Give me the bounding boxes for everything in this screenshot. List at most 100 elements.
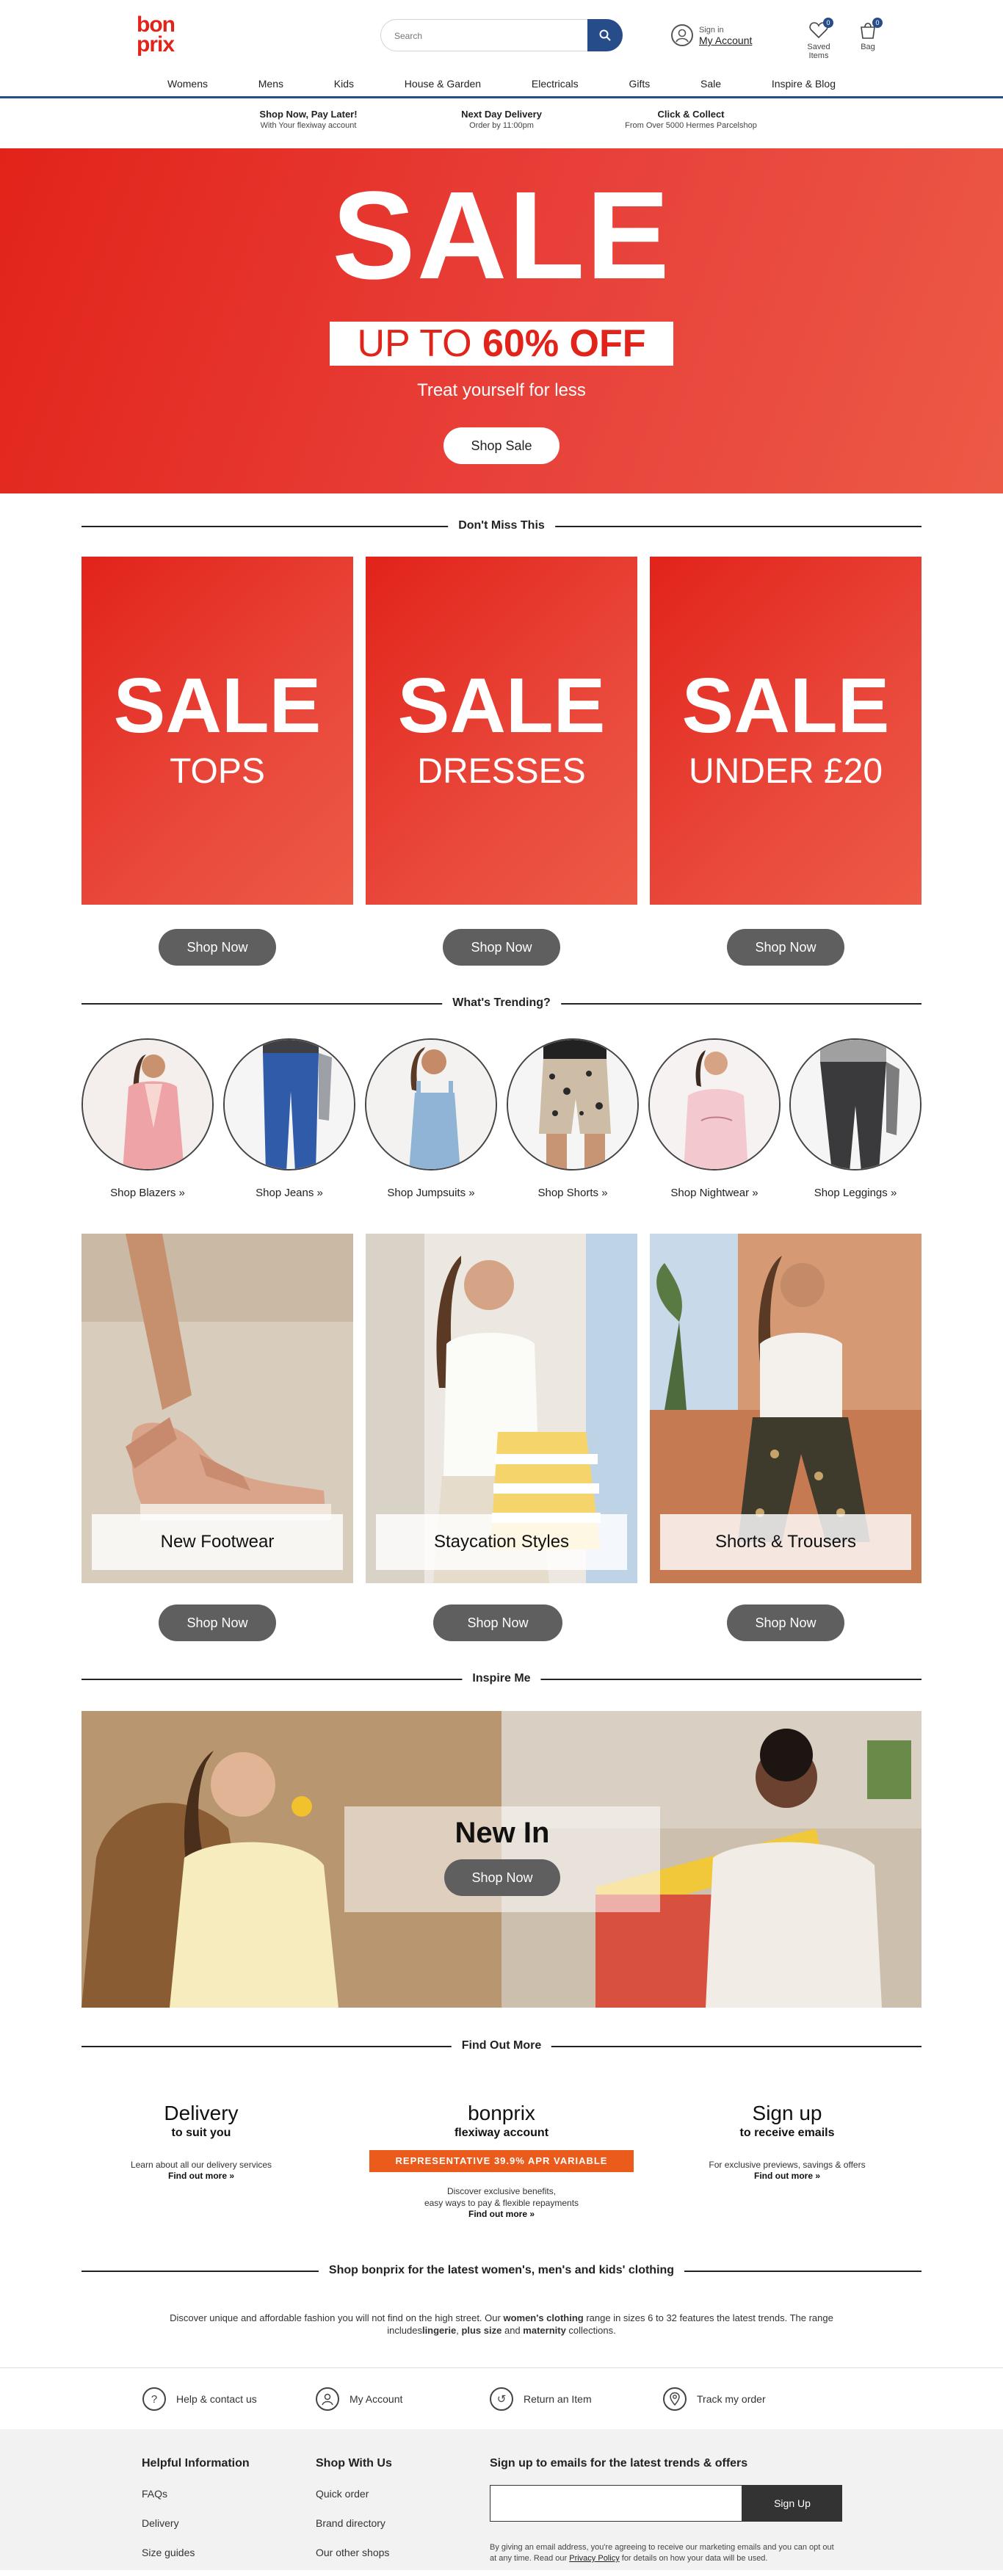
sign-up-button[interactable]: Sign Up	[742, 2485, 842, 2522]
usp-click-collect[interactable]: Click & Collect From Over 5000 Hermes Pa…	[595, 109, 786, 130]
delivery-link[interactable]: Find out more »	[62, 2171, 341, 2181]
search-button[interactable]	[587, 19, 623, 51]
footer-link-other-shops[interactable]: Our other shops	[316, 2547, 392, 2558]
shop-now-button-staycation[interactable]: Shop Now	[433, 1604, 562, 1641]
section-divider: Don't Miss This	[82, 518, 921, 533]
trending-label: Shop Leggings »	[814, 1187, 897, 1199]
sale-tile-dresses[interactable]: SALE DRESSES	[366, 557, 637, 905]
delivery-text: Learn about all our delivery services	[130, 2160, 272, 2170]
seo-text-part: Discover unique and affordable fashion y…	[170, 2312, 504, 2323]
shop-sale-button[interactable]: Shop Sale	[443, 427, 560, 464]
nav-item-womens[interactable]: Womens	[167, 78, 208, 90]
trending-jeans[interactable]: Shop Jeans »	[223, 1038, 355, 1199]
trending-label: Shop Blazers »	[110, 1187, 185, 1199]
plus-size-link[interactable]: plus size	[461, 2325, 502, 2336]
signup-legal-text: By giving an email address, you're agree…	[490, 2542, 842, 2564]
delivery-promo[interactable]: Delivery to suit you Learn about all our…	[62, 2102, 341, 2181]
new-in-banner[interactable]: New In Shop Now	[82, 1711, 921, 2008]
section-divider: Inspire Me	[82, 1671, 921, 1686]
nav-item-electricals[interactable]: Electricals	[532, 78, 579, 90]
usp-pay-later[interactable]: Shop Now, Pay Later! With Your flexiway …	[213, 109, 404, 130]
maternity-link[interactable]: maternity	[523, 2325, 566, 2336]
help-link-label: Help & contact us	[176, 2393, 257, 2405]
womens-clothing-link[interactable]: women's clothing	[503, 2312, 583, 2323]
legal-text-part: for details on how your data will be use…	[619, 2554, 768, 2563]
return-item-link[interactable]: ↺ Return an Item	[490, 2387, 592, 2411]
shop-now-button-under-20[interactable]: Shop Now	[727, 929, 844, 966]
section-title-inspire: Inspire Me	[462, 1671, 541, 1686]
hero-sale-banner[interactable]: SALE UP TO 60% OFF Treat yourself for le…	[0, 148, 1003, 493]
tile-label: Shorts & Trousers	[660, 1514, 911, 1570]
delivery-subtitle: to suit you	[171, 2127, 231, 2139]
nav-item-mens[interactable]: Mens	[258, 78, 283, 90]
nav-item-kids[interactable]: Kids	[334, 78, 354, 90]
tile-new-footwear[interactable]: New Footwear	[82, 1234, 353, 1583]
trending-blazers[interactable]: Shop Blazers »	[82, 1038, 214, 1199]
sign-in-text: Sign in	[699, 26, 724, 35]
bag-icon: 0	[858, 18, 883, 40]
flexiway-title: bonprix	[468, 2102, 535, 2124]
flexiway-link[interactable]: Find out more »	[362, 2209, 641, 2219]
nav-item-house-garden[interactable]: House & Garden	[405, 78, 481, 90]
site-header: bon prix Sign in My Account 0 Saved Item…	[0, 0, 1003, 72]
usp-title: Next Day Delivery	[461, 109, 542, 120]
usp-next-day[interactable]: Next Day Delivery Order by 11:00pm	[406, 109, 597, 130]
trending-jumpsuits[interactable]: Shop Jumpsuits »	[365, 1038, 497, 1199]
help-link-label: My Account	[350, 2393, 403, 2405]
footer-link-brand-directory[interactable]: Brand directory	[316, 2517, 392, 2529]
trending-nightwear[interactable]: Shop Nightwear »	[648, 1038, 781, 1199]
footer-link-quick-order[interactable]: Quick order	[316, 2488, 392, 2500]
footer-link-faqs[interactable]: FAQs	[142, 2488, 250, 2500]
account-link[interactable]: Sign in My Account	[671, 22, 752, 48]
logo-line-1: bon	[137, 12, 175, 37]
signup-link[interactable]: Find out more »	[648, 2171, 927, 2181]
my-account-link[interactable]: My Account	[316, 2387, 402, 2411]
sale-tile-sub: DRESSES	[417, 752, 586, 791]
shop-now-button-dresses[interactable]: Shop Now	[443, 929, 560, 966]
delivery-title: Delivery	[164, 2102, 239, 2124]
hero-percent: 60% OFF	[482, 322, 646, 365]
trending-label: Shop Shorts »	[537, 1187, 608, 1199]
trending-leggings[interactable]: Shop Leggings »	[789, 1038, 921, 1199]
shop-now-button-shorts[interactable]: Shop Now	[727, 1604, 844, 1641]
nav-item-sale[interactable]: Sale	[700, 78, 721, 90]
footer-link-delivery[interactable]: Delivery	[142, 2517, 250, 2529]
search-input[interactable]	[394, 28, 585, 44]
trending-shorts[interactable]: Shop Shorts »	[507, 1038, 639, 1199]
nav-item-inspire-blog[interactable]: Inspire & Blog	[772, 78, 836, 90]
my-account-text: My Account	[699, 35, 753, 46]
new-in-overlay: New In Shop Now	[344, 1806, 660, 1912]
bag-count-badge: 0	[872, 18, 883, 28]
bonprix-logo[interactable]: bon prix	[137, 12, 184, 59]
shop-now-button-footwear[interactable]: Shop Now	[159, 1604, 276, 1641]
track-order-link[interactable]: Track my order	[663, 2387, 766, 2411]
blazers-image	[82, 1038, 214, 1171]
shop-now-button-tops[interactable]: Shop Now	[159, 929, 276, 966]
signup-text: For exclusive previews, savings & offers	[709, 2160, 866, 2170]
signup-promo[interactable]: Sign up to receive emails For exclusive …	[648, 2102, 927, 2181]
sale-tile-tops[interactable]: SALE TOPS	[82, 557, 353, 905]
lingerie-link[interactable]: lingerie	[422, 2325, 456, 2336]
search-bar	[380, 19, 623, 51]
help-contact-link[interactable]: ? Help & contact us	[142, 2387, 257, 2411]
usp-subtitle: From Over 5000 Hermes Parcelshop	[625, 121, 757, 130]
section-divider: Find Out More	[82, 2038, 921, 2053]
email-signup-input[interactable]	[490, 2485, 742, 2522]
flexiway-promo[interactable]: bonprix flexiway account REPRESENTATIVE …	[362, 2102, 641, 2219]
hero-up-to: UP TO	[357, 322, 483, 365]
bag-button[interactable]: 0 Bag	[846, 18, 890, 51]
saved-items-button[interactable]: 0 Saved Items	[797, 18, 841, 60]
footer-link-size-guides[interactable]: Size guides	[142, 2547, 250, 2558]
apr-badge: REPRESENTATIVE 39.9% APR VARIABLE	[369, 2150, 634, 2172]
sale-tile-sub: UNDER £20	[688, 752, 883, 791]
flexiway-text-2: easy ways to pay & flexible repayments	[424, 2198, 579, 2208]
privacy-policy-link[interactable]: Privacy Policy	[569, 2554, 619, 2563]
tile-staycation-styles[interactable]: Staycation Styles	[366, 1234, 637, 1583]
location-pin-icon	[663, 2387, 687, 2411]
user-icon	[316, 2387, 339, 2411]
tile-shorts-trousers[interactable]: Shorts & Trousers	[650, 1234, 921, 1583]
shop-now-button-new-in[interactable]: Shop Now	[444, 1859, 560, 1896]
sale-tile-title: SALE	[397, 662, 606, 749]
nav-item-gifts[interactable]: Gifts	[629, 78, 650, 90]
sale-tile-under-20[interactable]: SALE UNDER £20	[650, 557, 921, 905]
